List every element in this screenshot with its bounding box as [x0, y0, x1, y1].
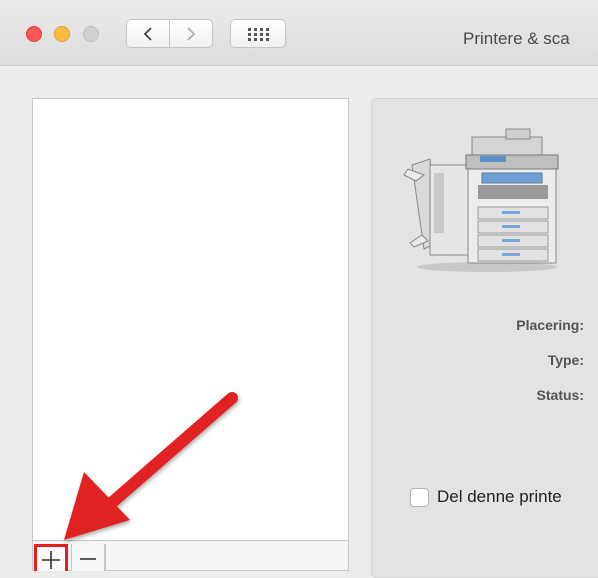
chevron-right-icon [187, 26, 196, 41]
status-label: Status: [536, 387, 584, 403]
plus-icon [42, 551, 60, 569]
share-printer-option[interactable]: Del denne printe [410, 487, 562, 507]
window-title: Printere & sca [463, 29, 570, 48]
grid-icon [248, 27, 269, 41]
share-printer-checkbox[interactable] [410, 487, 429, 507]
forward-button[interactable] [169, 19, 213, 48]
chevron-left-icon [143, 26, 152, 41]
minimize-button[interactable] [54, 26, 70, 42]
printers-preferences-window: Printere & sca Placering: Type: Status: … [0, 0, 598, 578]
remove-printer-button[interactable] [71, 544, 105, 571]
back-button[interactable] [126, 19, 170, 48]
location-label: Placering: [516, 317, 584, 333]
add-printer-button[interactable] [34, 544, 68, 571]
printer-icon [403, 128, 559, 272]
type-label: Type: [547, 352, 584, 368]
share-printer-label: Del denne printe [437, 487, 562, 506]
zoom-button[interactable] [83, 26, 99, 42]
toolbar-divider [105, 544, 106, 571]
minus-icon [80, 558, 96, 560]
show-all-button[interactable] [230, 19, 286, 48]
titlebar: Printere & sca [0, 0, 598, 66]
printer-list[interactable] [32, 98, 349, 541]
close-button[interactable] [26, 26, 42, 42]
